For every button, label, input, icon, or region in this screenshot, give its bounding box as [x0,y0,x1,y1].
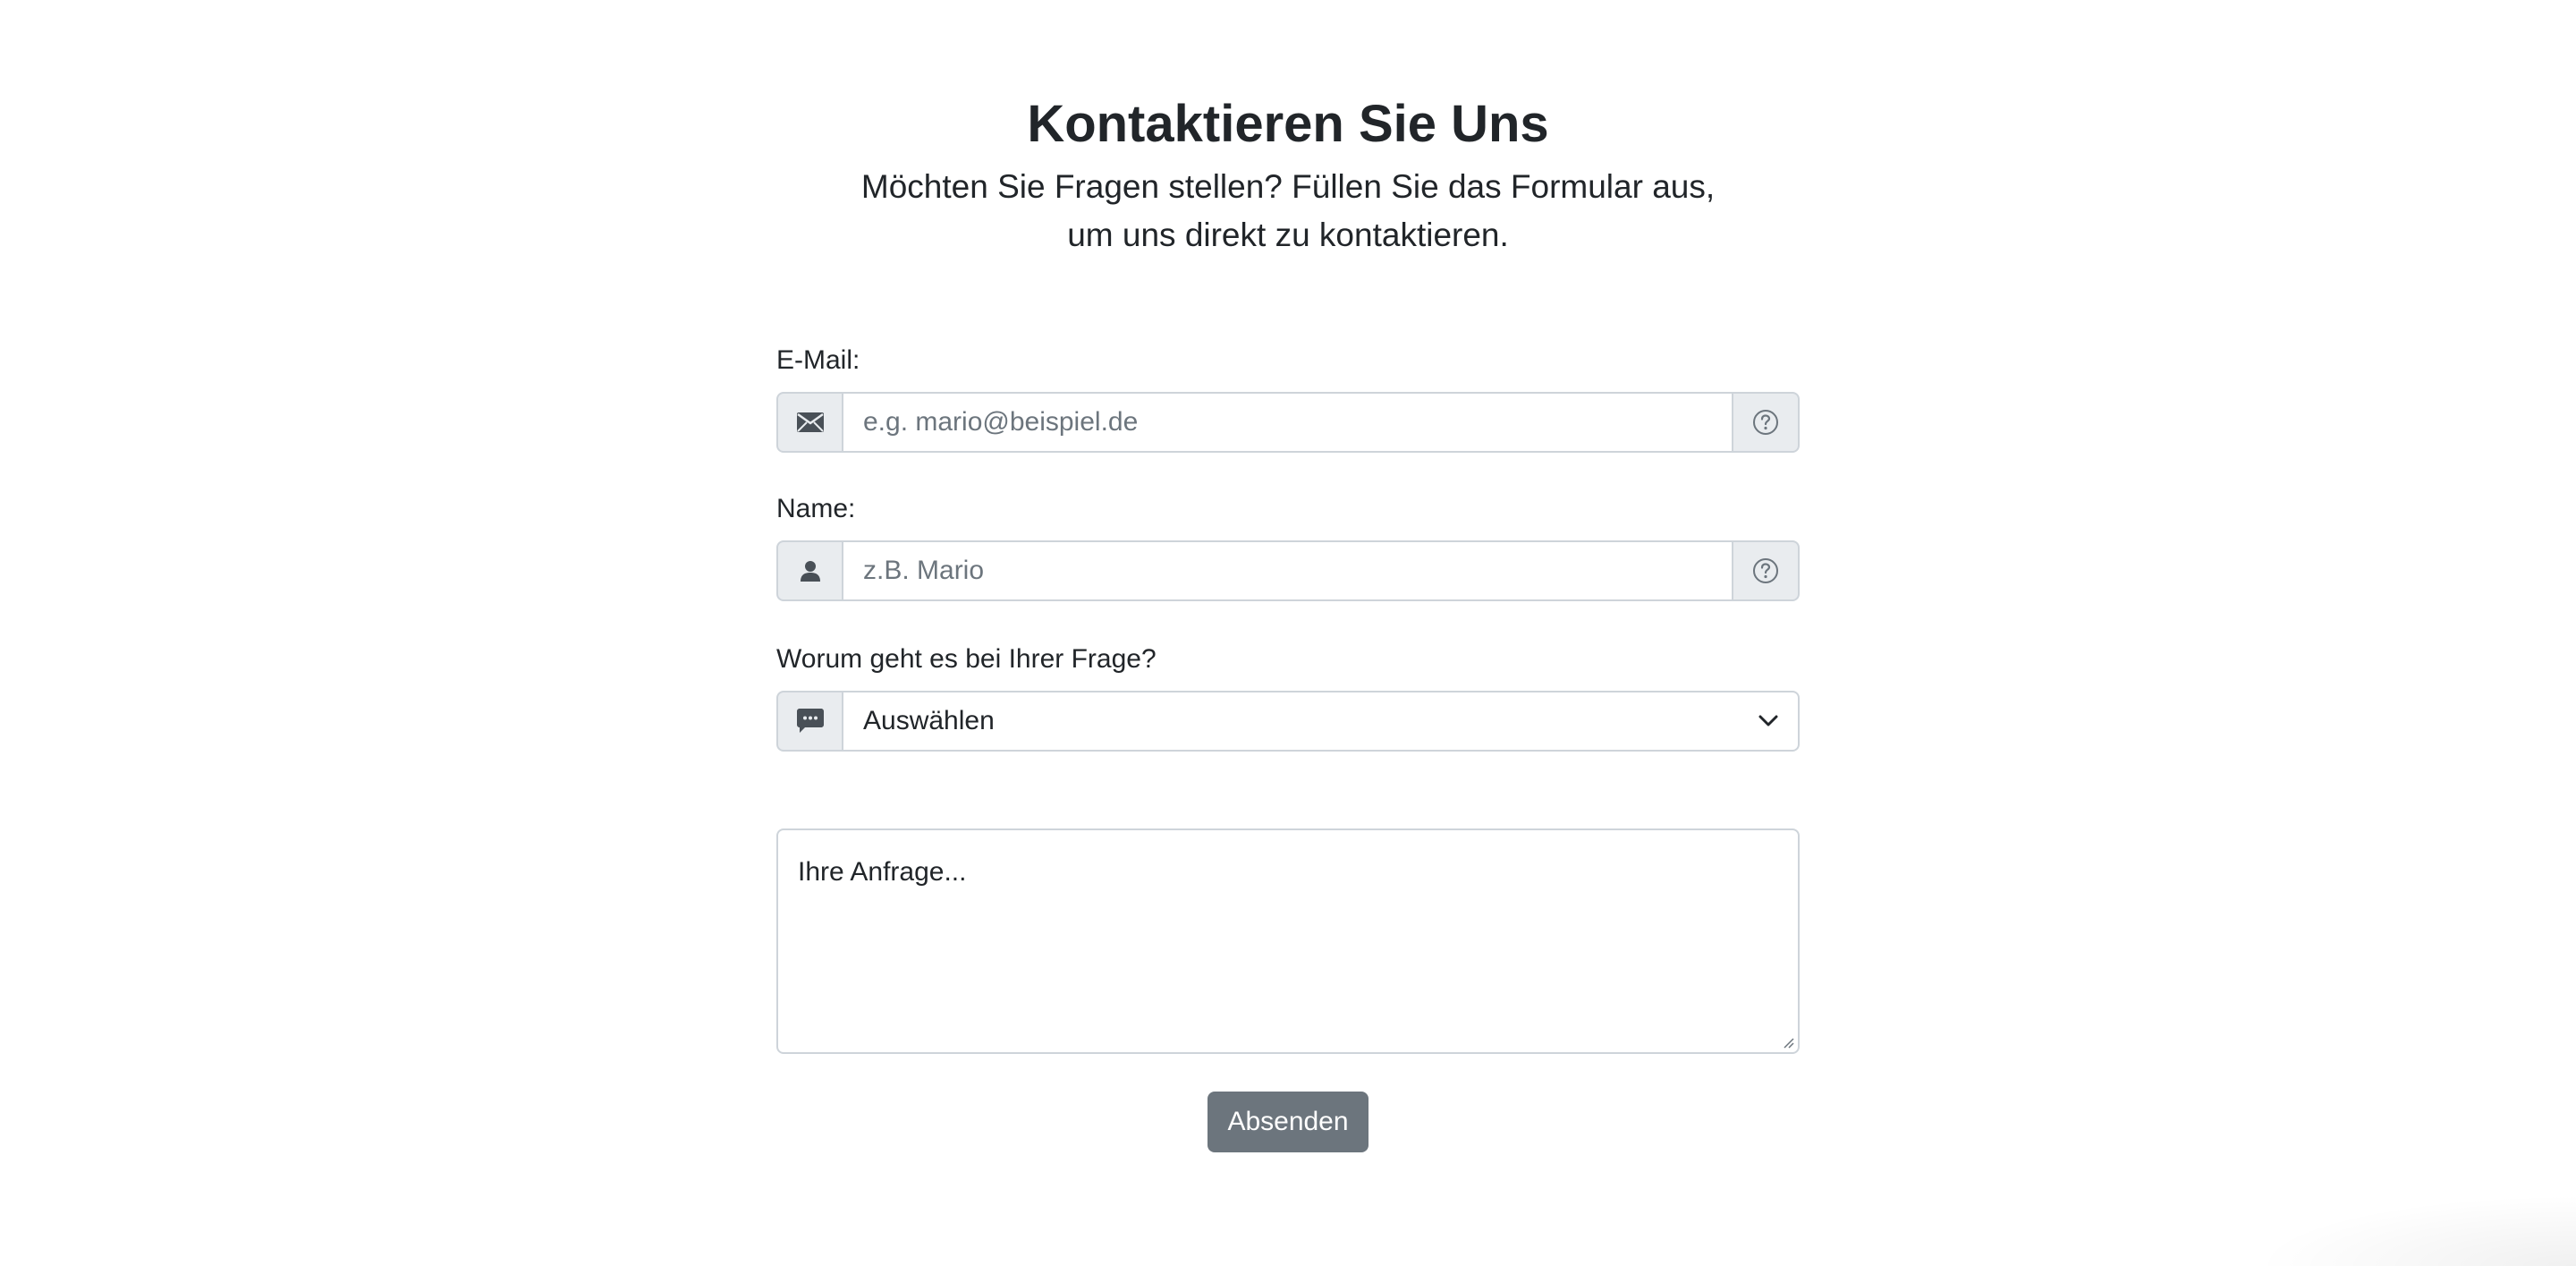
resize-handle-icon[interactable] [1782,1036,1794,1049]
message-textarea[interactable]: Ihre Anfrage... [776,828,1800,1054]
name-help-button[interactable] [1732,540,1800,601]
name-addon [776,540,843,601]
name-label: Name: [776,494,856,523]
submit-button[interactable]: Absenden [1208,1092,1368,1152]
name-input[interactable]: z.B. Mario [843,540,1732,601]
question-circle-icon [1753,558,1778,583]
topic-input-group: Auswählen [776,691,1800,752]
topic-label: Worum geht es bei Ihrer Frage? [776,644,1157,674]
name-input-group: z.B. Mario [776,540,1800,601]
email-addon [776,392,843,453]
email-label: E-Mail: [776,345,860,375]
envelope-icon [796,412,824,432]
message-placeholder: Ihre Anfrage... [798,857,967,887]
email-input-group: e.g. mario@beispiel.de [776,392,1800,453]
topic-select[interactable]: Auswählen [843,691,1800,752]
topic-select-value: Auswählen [863,706,995,735]
page-subtitle: Möchten Sie Fragen stellen? Füllen Sie d… [776,163,1800,259]
chevron-down-icon [1758,715,1778,726]
corner-shadow [2254,1194,2576,1266]
person-icon [800,561,820,582]
subtitle-line-2: um uns direkt zu kontaktieren. [1067,217,1509,253]
question-circle-icon [1753,410,1778,435]
subtitle-line-1: Möchten Sie Fragen stellen? Füllen Sie d… [860,168,1716,205]
email-help-button[interactable] [1732,392,1800,453]
page-title: Kontaktieren Sie Uns [1027,95,1549,153]
email-input[interactable]: e.g. mario@beispiel.de [843,392,1732,453]
chat-icon [796,709,824,733]
topic-addon [776,691,843,752]
